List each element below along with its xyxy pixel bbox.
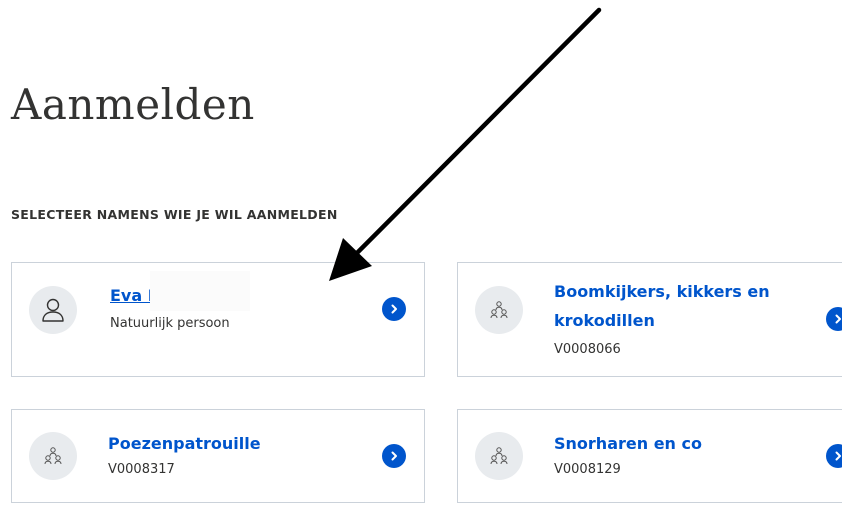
annotation-arrow [329, 7, 602, 281]
